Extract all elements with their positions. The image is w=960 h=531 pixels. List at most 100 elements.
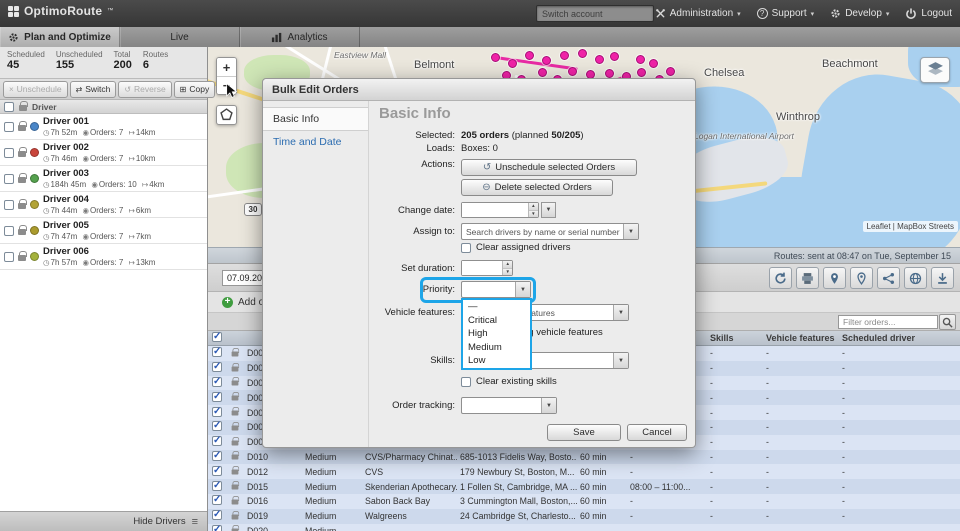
order-row[interactable]: D019 Medium Walgreens 24 Cambridge St, C…	[208, 508, 960, 524]
driver-checkbox[interactable]	[4, 147, 14, 158]
priority-select[interactable]: ▼ — Critical High Medium Low	[420, 277, 536, 370]
order-checkbox[interactable]	[212, 436, 222, 447]
pins-outline-button[interactable]	[850, 267, 873, 289]
trademark: ™	[107, 8, 114, 14]
set-duration-input[interactable]	[462, 261, 503, 275]
priority-option[interactable]: Medium	[463, 341, 530, 355]
spinner-arrows[interactable]: ▲ ▼	[502, 261, 512, 275]
order-checkbox[interactable]	[212, 450, 222, 461]
driver-row[interactable]: Driver 003 ◷184h 45m ◉Orders: 10 ↦4km	[0, 166, 207, 192]
delete-selected-button[interactable]: ⊖ Delete selected Orders	[461, 179, 613, 196]
driver-orders: Orders: 7	[90, 153, 124, 163]
map-layers-button[interactable]	[920, 57, 950, 83]
web-tracking-button[interactable]	[904, 267, 927, 289]
clear-skills-checkbox[interactable]	[461, 376, 471, 387]
driver-info: Driver 002 ◷7h 46m ◉Orders: 7 ↦10km	[43, 142, 155, 164]
filter-orders-input[interactable]	[838, 315, 938, 329]
column-header-skills[interactable]: Skills	[707, 333, 763, 343]
driver-row[interactable]: Driver 004 ◷7h 44m ◉Orders: 7 ↦6km	[0, 192, 207, 218]
order-row[interactable]: D010 Medium CVS/Pharmacy Chinat... 685-1…	[208, 449, 960, 465]
assign-to-select[interactable]: Search drivers by name or serial number ▼	[461, 223, 639, 240]
logo-icon	[8, 5, 19, 17]
show-pins-button[interactable]	[823, 267, 846, 289]
map-attribution[interactable]: Leaflet | MapBox Streets	[862, 221, 958, 232]
order-row[interactable]: D015 Medium Skenderian Apothecary... 1 F…	[208, 479, 960, 494]
menu-support[interactable]: ? Support ▾	[756, 8, 814, 19]
driver-checkbox[interactable]	[4, 251, 14, 262]
order-priority-cell: Medium	[305, 466, 337, 477]
order-address-cell: 1 Follen St, Cambridge, MA ...	[460, 481, 577, 492]
drivers-select-all-checkbox[interactable]	[4, 101, 14, 112]
order-checkbox[interactable]	[212, 391, 222, 402]
zoom-in-button[interactable]: +	[217, 58, 236, 76]
orders-select-all-checkbox[interactable]	[212, 332, 222, 342]
order-checkbox[interactable]	[212, 406, 222, 417]
map-pin-icon	[831, 272, 838, 284]
driver-checkbox[interactable]	[4, 173, 14, 184]
tab-plan-and-optimize[interactable]: Plan and Optimize	[0, 27, 120, 47]
dialog-tab-basic-info[interactable]: Basic Info	[263, 107, 368, 131]
app-logo[interactable]: OptimoRoute ™	[8, 4, 113, 18]
unschedule-selected-button[interactable]: ↺ Unschedule selected Orders	[461, 159, 637, 176]
driver-row[interactable]: Driver 001 ◷7h 52m ◉Orders: 7 ↦14km	[0, 114, 207, 140]
print-button[interactable]	[796, 267, 819, 289]
driver-color-dot	[30, 148, 39, 157]
menu-develop[interactable]: Develop ▾	[830, 8, 889, 19]
driver-toolbar-button[interactable]: ⇄ Switch	[69, 80, 117, 98]
switch-account-input[interactable]	[536, 5, 654, 22]
priority-option[interactable]: —	[463, 300, 530, 314]
refresh-routes-button[interactable]	[769, 267, 792, 289]
order-checkbox[interactable]	[212, 465, 222, 476]
tab-live[interactable]: Live	[120, 27, 240, 47]
tab-analytics[interactable]: Analytics	[240, 27, 360, 47]
spinner-arrows[interactable]: ▲ ▼	[527, 203, 538, 217]
order-row[interactable]: D020 Medium	[208, 523, 960, 531]
driver-name: Driver 003	[43, 167, 89, 179]
clock-icon: ◷	[43, 127, 50, 137]
logout-button[interactable]: Logout	[905, 7, 952, 20]
date-picker-button[interactable]: ▼	[541, 202, 556, 218]
search-button[interactable]	[939, 314, 956, 330]
driver-color-dot	[30, 200, 39, 209]
order-checkbox[interactable]	[212, 347, 222, 358]
order-row[interactable]: D016 Medium Sabon Back Bay 3 Cummington …	[208, 493, 960, 509]
driver-row[interactable]: Driver 002 ◷7h 46m ◉Orders: 7 ↦10km	[0, 140, 207, 166]
driver-toolbar-button[interactable]: ↺ Reverse	[118, 80, 172, 98]
bulk-edit-orders-dialog: Bulk Edit Orders Basic Info Time and Dat…	[262, 78, 696, 448]
driver-toolbar-button[interactable]: ⊞ Copy	[173, 80, 216, 98]
save-button[interactable]: Save	[547, 424, 621, 441]
orders-pin-icon: ◉	[82, 257, 90, 267]
order-checkbox[interactable]	[212, 510, 222, 521]
column-header-vehicle-features[interactable]: Vehicle features	[763, 333, 839, 343]
dialog-tab-time-and-date[interactable]: Time and Date	[263, 131, 368, 153]
driver-row[interactable]: Driver 006 ◷7h 57m ◉Orders: 7 ↦13km	[0, 244, 207, 270]
polygon-select-button[interactable]	[216, 105, 237, 125]
priority-option[interactable]: High	[463, 327, 530, 341]
driver-checkbox[interactable]	[4, 199, 14, 210]
order-name-cell: Sabon Back Bay	[365, 496, 431, 507]
share-button[interactable]	[877, 267, 900, 289]
column-header-scheduled-driver[interactable]: Scheduled driver	[839, 333, 960, 343]
order-checkbox[interactable]	[212, 524, 222, 531]
driver-checkbox[interactable]	[4, 121, 14, 132]
menu-administration[interactable]: Administration ▾	[655, 8, 741, 19]
clear-assigned-drivers-checkbox[interactable]	[461, 242, 471, 253]
order-tracking-select[interactable]: ▼	[461, 397, 557, 414]
driver-checkbox[interactable]	[4, 225, 14, 236]
priority-option[interactable]: Low	[463, 354, 530, 368]
driver-toolbar-button[interactable]: × Unschedule	[3, 80, 68, 98]
driver-row[interactable]: Driver 005 ◷7h 47m ◉Orders: 7 ↦7km	[0, 218, 207, 244]
cancel-button[interactable]: Cancel	[627, 424, 687, 441]
export-button[interactable]	[931, 267, 954, 289]
order-checkbox[interactable]	[212, 362, 222, 373]
driver-stats: ◷7h 57m ◉Orders: 7 ↦13km	[43, 257, 155, 268]
order-checkbox[interactable]	[212, 376, 222, 387]
order-checkbox[interactable]	[212, 495, 222, 506]
dialog-title[interactable]: Bulk Edit Orders	[263, 79, 695, 101]
order-checkbox[interactable]	[212, 421, 222, 432]
priority-option[interactable]: Critical	[463, 314, 530, 328]
order-row[interactable]: D012 Medium CVS 179 Newbury St, Boston, …	[208, 464, 960, 480]
order-checkbox[interactable]	[212, 480, 222, 491]
hide-drivers-toggle[interactable]: Hide Drivers ≡	[0, 511, 207, 531]
change-date-input[interactable]	[462, 203, 528, 217]
